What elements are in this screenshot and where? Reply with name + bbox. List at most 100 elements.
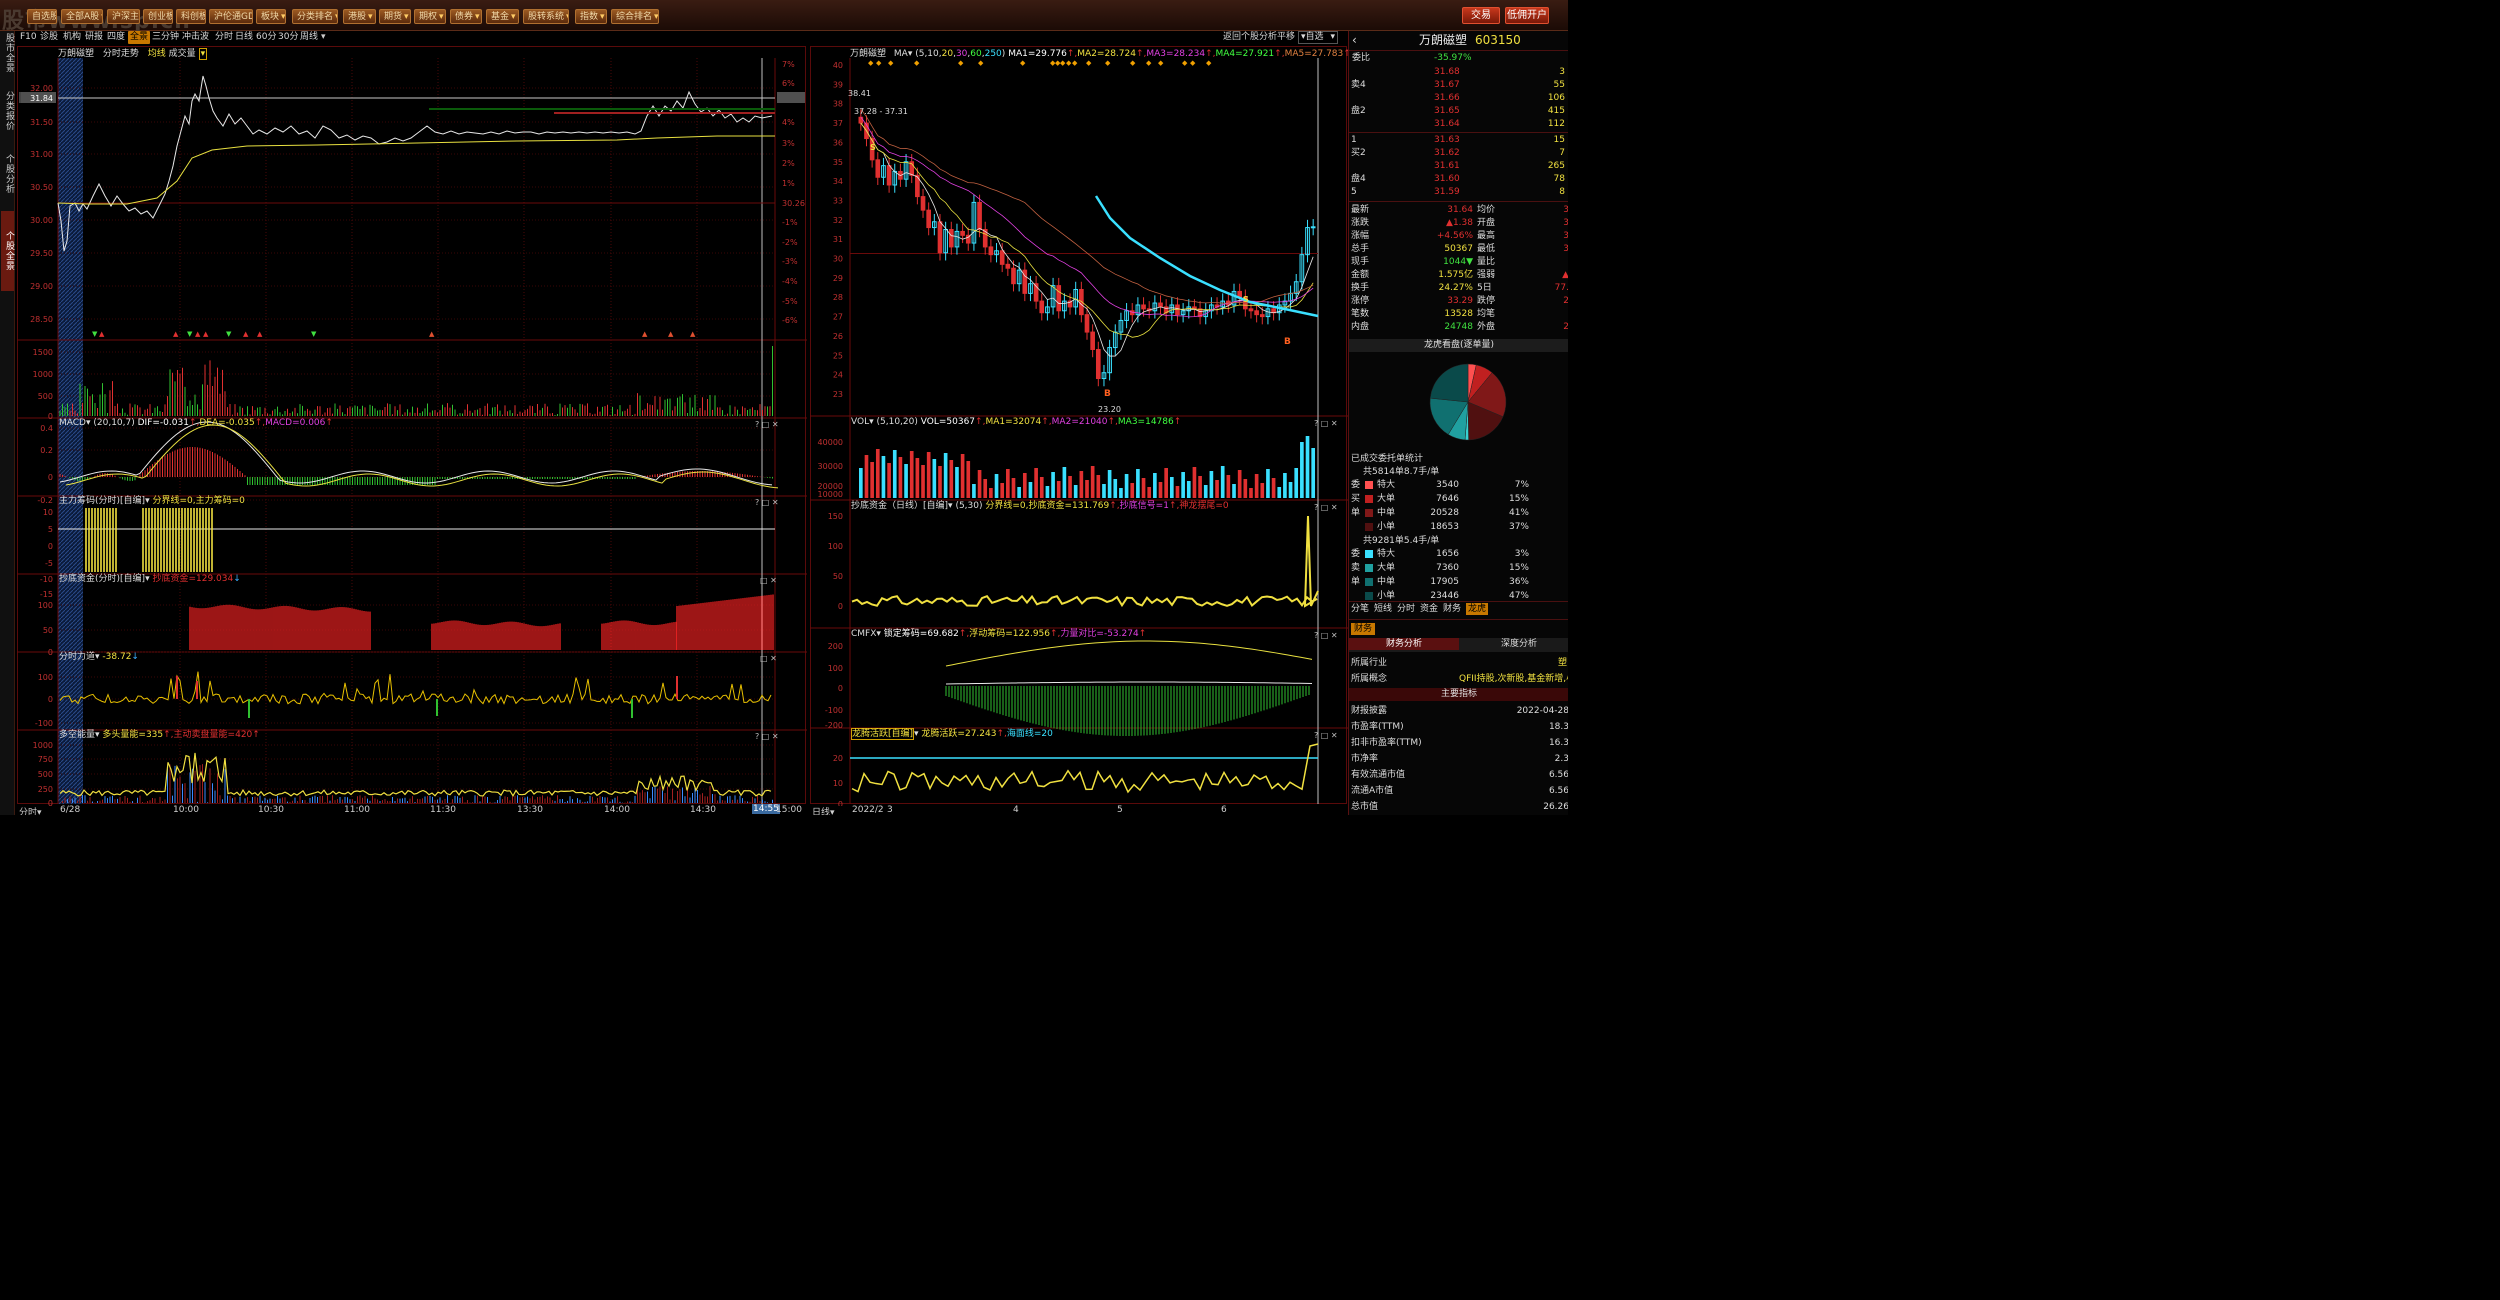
chevron-down-icon[interactable]: ▾ bbox=[321, 31, 326, 44]
bid-price: 31.61 bbox=[1434, 161, 1460, 171]
top-button-9[interactable]: 期货 ▾ bbox=[379, 9, 411, 24]
tab-panorama[interactable]: 全景 bbox=[128, 31, 151, 44]
tab-daily[interactable]: 日线 bbox=[235, 31, 253, 44]
vol-bar bbox=[1220, 466, 1225, 498]
fin-value: 18.3 bbox=[1548, 722, 1568, 732]
kline-price-label: 37 bbox=[833, 119, 843, 128]
cmfx-title: CMFX▾ 锁定筹码=69.682↑,浮动筹码=122.956↑,力量对比=-5… bbox=[851, 629, 1147, 639]
quote-value: 3 bbox=[1563, 205, 1568, 215]
tab-30min[interactable]: 30分 bbox=[278, 31, 298, 44]
top-button-5[interactable]: 沪伦通GDR▾ bbox=[209, 9, 253, 24]
tab-f10[interactable]: F10 bbox=[20, 31, 37, 44]
top-button-7[interactable]: 分类排名▾ bbox=[292, 9, 338, 24]
top-button-6[interactable]: 板块 ▾ bbox=[256, 9, 286, 24]
back-to-analysis-link[interactable]: 返回个股分析 bbox=[1223, 31, 1277, 44]
main-indicators-header: 主要指标 bbox=[1349, 688, 1568, 701]
tab-intraday[interactable]: 分时 bbox=[215, 31, 233, 44]
event-diamond: ◆ bbox=[978, 59, 984, 67]
quote-label: 金额 bbox=[1351, 270, 1370, 280]
window-controls[interactable]: ? □ ✕ bbox=[1314, 631, 1338, 640]
last-price-label: 31.84 bbox=[30, 94, 53, 103]
vol-bar bbox=[1198, 476, 1202, 498]
tab-0[interactable]: 分笔 bbox=[1351, 603, 1369, 615]
top-button-4[interactable]: 科创板▾ bbox=[176, 9, 206, 24]
tab-diagnose[interactable]: 诊股 bbox=[40, 31, 58, 44]
sidebar-tab-stock-panorama[interactable]: 个股全景 bbox=[1, 211, 14, 291]
top-button-2[interactable]: 沪深主板▾ bbox=[107, 9, 140, 24]
pan-button[interactable]: 平移 bbox=[1277, 31, 1295, 44]
tab-weekly[interactable]: 周线 bbox=[300, 31, 318, 44]
window-controls[interactable]: ? □ ✕ bbox=[1314, 419, 1338, 428]
cmfx-label: 200 bbox=[828, 642, 843, 651]
vol-bar bbox=[881, 456, 886, 498]
tab-three-minute[interactable]: 三分钟 bbox=[152, 31, 179, 44]
window-controls[interactable]: ? □ ✕ bbox=[755, 498, 779, 507]
top-button-8[interactable]: 港股 ▾ bbox=[343, 9, 376, 24]
sidebar-tab-stock-analysis[interactable]: 个股分析 bbox=[1, 149, 14, 199]
tab-4[interactable]: 财务 bbox=[1443, 603, 1461, 615]
vol-bar bbox=[1153, 473, 1157, 498]
legend-swatch bbox=[1365, 481, 1373, 489]
tab-5[interactable]: 龙虎 bbox=[1466, 603, 1489, 615]
tab-60min[interactable]: 60分 bbox=[256, 31, 276, 44]
tab-2[interactable]: 分时 bbox=[1397, 603, 1415, 615]
vol-bar bbox=[859, 468, 863, 498]
window-controls[interactable]: ? □ ✕ bbox=[755, 420, 779, 429]
tab-finance[interactable]: 财务 bbox=[1351, 623, 1376, 635]
top-button-13[interactable]: 股转系统▾ bbox=[523, 9, 569, 24]
dkn-label: 1000 bbox=[33, 741, 53, 750]
window-controls[interactable]: □ ✕ bbox=[760, 576, 777, 585]
vol-bar bbox=[938, 466, 942, 498]
quote-row: 笔数 13528 均笔 bbox=[1349, 308, 1568, 320]
event-diamond: ◆ bbox=[1086, 59, 1092, 67]
window-controls[interactable]: □ ✕ bbox=[760, 654, 777, 663]
xaxis-mode[interactable]: 日线▾ bbox=[812, 805, 835, 815]
tab-research[interactable]: 研报 bbox=[85, 31, 103, 44]
vol-label: 500 bbox=[38, 392, 53, 401]
chevron-down-icon: ▾ bbox=[600, 12, 605, 22]
event-diamond: ◆ bbox=[1206, 59, 1212, 67]
tab-shock-wave[interactable]: 冲击波 bbox=[182, 31, 209, 44]
kline-price-label: 36 bbox=[833, 138, 843, 147]
quote-value: 24748 bbox=[1444, 322, 1473, 332]
tab-depth-analysis[interactable]: 深度分析 bbox=[1469, 638, 1568, 650]
tab-finance-analysis[interactable]: 财务分析 bbox=[1349, 638, 1459, 650]
top-button-1[interactable]: 全部A股▾ bbox=[61, 9, 103, 24]
vol-bar bbox=[1000, 483, 1005, 498]
vol-bar bbox=[1266, 469, 1270, 498]
top-button-11[interactable]: 债券 ▾ bbox=[450, 9, 482, 24]
top-button-0[interactable]: 自选股▾ bbox=[27, 9, 57, 24]
cmfx-label: -100 bbox=[825, 706, 843, 715]
watchlist-select[interactable]: ▾自选 ▾ bbox=[1298, 31, 1338, 44]
fin-row: 有效流通市值 6.56 bbox=[1349, 769, 1568, 781]
tab-3[interactable]: 资金 bbox=[1420, 603, 1438, 615]
trade-button[interactable]: 交易 bbox=[1462, 7, 1500, 24]
top-button-12[interactable]: 基金 ▾ bbox=[486, 9, 519, 24]
back-chevron-icon[interactable]: ‹ bbox=[1352, 32, 1357, 48]
cmfx-lock-line bbox=[945, 681, 1313, 685]
top-button-14[interactable]: 指数 ▾ bbox=[575, 9, 607, 24]
tab-1[interactable]: 短线 bbox=[1374, 603, 1392, 615]
top-button-10[interactable]: 期权 ▾ bbox=[414, 9, 446, 24]
sidebar-tab-category[interactable]: 分类报价 bbox=[1, 86, 14, 136]
window-controls[interactable]: ? □ ✕ bbox=[1314, 731, 1338, 740]
window-controls[interactable]: ? □ ✕ bbox=[1314, 503, 1338, 512]
xaxis-mode[interactable]: 分时▾ bbox=[19, 805, 42, 815]
window-controls[interactable]: ? □ ✕ bbox=[755, 732, 779, 741]
top-button-15[interactable]: 综合排名 ▾ bbox=[611, 9, 659, 24]
sidebar-tab-market[interactable]: 股市全景 bbox=[1, 33, 14, 73]
quote-value: 3 bbox=[1563, 244, 1568, 254]
tab-four-degree[interactable]: 四度 bbox=[107, 31, 125, 44]
tab-institution[interactable]: 机构 bbox=[63, 31, 81, 44]
vol-bar bbox=[904, 464, 908, 498]
quote-value: 33.29 bbox=[1447, 296, 1473, 306]
vol-bar bbox=[1243, 479, 1248, 498]
open-account-button[interactable]: 低佣开户 bbox=[1505, 7, 1549, 24]
quote-value: 50367 bbox=[1444, 244, 1473, 254]
deal-pct: 15% bbox=[1508, 563, 1529, 573]
vol-bar bbox=[1249, 488, 1253, 498]
quote-label: 涨跌 bbox=[1351, 218, 1370, 228]
signal-arrow: ▲ bbox=[195, 330, 201, 338]
bid-volume: 7 bbox=[1559, 148, 1565, 158]
top-button-3[interactable]: 创业板▾ bbox=[143, 9, 173, 24]
